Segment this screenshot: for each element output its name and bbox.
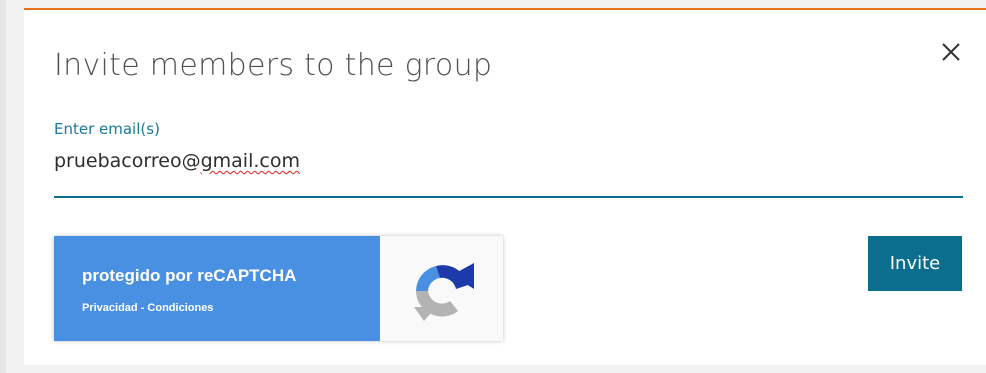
recaptcha-privacy-link[interactable]: Privacidad [82,302,138,314]
recaptcha-terms-link[interactable]: Condiciones [147,302,213,314]
recaptcha-badge: protegido por reCAPTCHA Privacidad - Con… [54,236,503,341]
close-button[interactable] [933,34,969,70]
invite-button[interactable]: Invite [868,236,962,291]
recaptcha-link-separator: - [137,302,148,314]
recaptcha-logo-icon [414,263,474,321]
email-input[interactable] [54,144,963,198]
dialog-title: Invite members to the group [54,48,493,83]
invite-members-dialog: Invite members to the group Enter email(… [24,8,986,365]
email-field-label: Enter email(s) [54,120,160,138]
recaptcha-links: Privacidad - Condiciones [82,302,213,314]
recaptcha-text-panel: protegido por reCAPTCHA Privacidad - Con… [54,236,380,341]
page-background-strip [0,0,6,373]
recaptcha-title: protegido por reCAPTCHA [82,266,297,285]
close-icon [942,43,960,61]
email-field: Enter email(s) pruebacorreo@gmail.com [54,120,963,202]
